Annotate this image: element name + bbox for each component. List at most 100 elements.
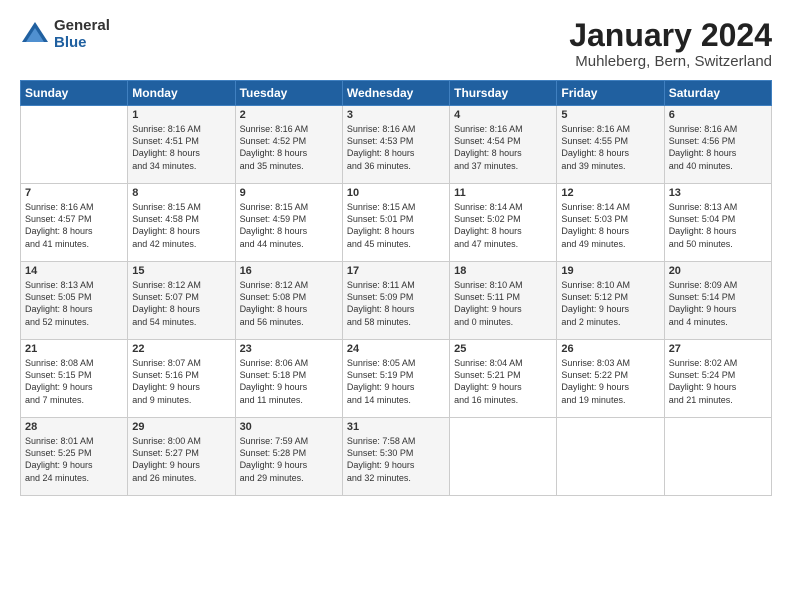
calendar-cell: 12Sunrise: 8:14 AM Sunset: 5:03 PM Dayli…: [557, 184, 664, 262]
title-block: January 2024 Muhleberg, Bern, Switzerlan…: [569, 18, 772, 70]
calendar-cell: 21Sunrise: 8:08 AM Sunset: 5:15 PM Dayli…: [21, 340, 128, 418]
day-info: Sunrise: 8:16 AM Sunset: 4:56 PM Dayligh…: [669, 123, 767, 172]
calendar-cell: 14 Sunrise: 8:13 AM Sunset: 5:05 PM Dayli…: [21, 262, 128, 340]
calendar-cell: 5Sunrise: 8:16 AM Sunset: 4:55 PM Daylig…: [557, 106, 664, 184]
day-info: Sunrise: 8:13 AM Sunset: 5:05 PM Dayligh…: [25, 279, 123, 328]
header-row: SundayMondayTuesdayWednesdayThursdayFrid…: [21, 81, 772, 106]
calendar-cell: 30 Sunrise: 7:59 AM Sunset: 5:28 PM Dayli…: [235, 418, 342, 496]
calendar-cell: 1Sunrise: 8:16 AM Sunset: 4:51 PM Daylig…: [128, 106, 235, 184]
logo: General Blue: [20, 18, 110, 51]
header-cell: Friday: [557, 81, 664, 106]
calendar-cell: [450, 418, 557, 496]
calendar-header: SundayMondayTuesdayWednesdayThursdayFrid…: [21, 81, 772, 106]
day-info: Sunrise: 8:07 AM Sunset: 5:16 PM Dayligh…: [132, 357, 230, 406]
calendar-table: SundayMondayTuesdayWednesdayThursdayFrid…: [20, 80, 772, 496]
day-number: 6: [669, 109, 767, 121]
day-info: Sunrise: 8:01 AM Sunset: 5:25 PM Dayligh…: [25, 435, 123, 484]
logo-general: General: [54, 18, 110, 35]
day-info: Sunrise: 8:06 AM Sunset: 5:18 PM Dayligh…: [240, 357, 338, 406]
day-number: 11: [454, 187, 552, 199]
day-number: 31: [347, 421, 445, 433]
logo-icon: [20, 20, 50, 50]
calendar-cell: 15 Sunrise: 8:12 AM Sunset: 5:07 PM Dayli…: [128, 262, 235, 340]
day-number: 9: [240, 187, 338, 199]
calendar-row: 28 Sunrise: 8:01 AM Sunset: 5:25 PM Dayli…: [21, 418, 772, 496]
calendar-cell: 19 Sunrise: 8:10 AM Sunset: 5:12 PM Dayli…: [557, 262, 664, 340]
calendar-cell: 25 Sunrise: 8:04 AM Sunset: 5:21 PM Dayli…: [450, 340, 557, 418]
day-info: Sunrise: 8:15 AM Sunset: 5:01 PM Dayligh…: [347, 201, 445, 250]
calendar-cell: [664, 418, 771, 496]
calendar-row: 1Sunrise: 8:16 AM Sunset: 4:51 PM Daylig…: [21, 106, 772, 184]
calendar-cell: 13Sunrise: 8:13 AM Sunset: 5:04 PM Dayli…: [664, 184, 771, 262]
calendar-cell: 27 Sunrise: 8:02 AM Sunset: 5:24 PM Dayli…: [664, 340, 771, 418]
header-cell: Saturday: [664, 81, 771, 106]
day-number: 2: [240, 109, 338, 121]
calendar-cell: 24 Sunrise: 8:05 AM Sunset: 5:19 PM Dayli…: [342, 340, 449, 418]
day-info: Sunrise: 8:10 AM Sunset: 5:11 PM Dayligh…: [454, 279, 552, 328]
calendar-cell: 20 Sunrise: 8:09 AM Sunset: 5:14 PM Dayli…: [664, 262, 771, 340]
day-number: 19: [561, 265, 659, 277]
day-number: 12: [561, 187, 659, 199]
day-info: Sunrise: 8:16 AM Sunset: 4:57 PM Dayligh…: [25, 201, 123, 250]
calendar-cell: 7 Sunrise: 8:16 AM Sunset: 4:57 PM Daylig…: [21, 184, 128, 262]
calendar-row: 7 Sunrise: 8:16 AM Sunset: 4:57 PM Daylig…: [21, 184, 772, 262]
day-number: 22: [132, 343, 230, 355]
calendar-cell: 3 Sunrise: 8:16 AM Sunset: 4:53 PM Daylig…: [342, 106, 449, 184]
calendar-body: 1Sunrise: 8:16 AM Sunset: 4:51 PM Daylig…: [21, 106, 772, 496]
day-number: 17: [347, 265, 445, 277]
calendar-cell: 2Sunrise: 8:16 AM Sunset: 4:52 PM Daylig…: [235, 106, 342, 184]
calendar-cell: 8Sunrise: 8:15 AM Sunset: 4:58 PM Daylig…: [128, 184, 235, 262]
calendar-cell: 29 Sunrise: 8:00 AM Sunset: 5:27 PM Dayli…: [128, 418, 235, 496]
calendar-cell: 10 Sunrise: 8:15 AM Sunset: 5:01 PM Dayli…: [342, 184, 449, 262]
day-info: Sunrise: 8:04 AM Sunset: 5:21 PM Dayligh…: [454, 357, 552, 406]
day-number: 15: [132, 265, 230, 277]
day-info: Sunrise: 8:08 AM Sunset: 5:15 PM Dayligh…: [25, 357, 123, 406]
day-info: Sunrise: 8:11 AM Sunset: 5:09 PM Dayligh…: [347, 279, 445, 328]
day-info: Sunrise: 7:59 AM Sunset: 5:28 PM Dayligh…: [240, 435, 338, 484]
calendar-cell: 31 Sunrise: 7:58 AM Sunset: 5:30 PM Dayli…: [342, 418, 449, 496]
day-number: 20: [669, 265, 767, 277]
day-number: 3: [347, 109, 445, 121]
calendar-cell: 28 Sunrise: 8:01 AM Sunset: 5:25 PM Dayli…: [21, 418, 128, 496]
day-number: 16: [240, 265, 338, 277]
calendar-cell: 18Sunrise: 8:10 AM Sunset: 5:11 PM Dayli…: [450, 262, 557, 340]
day-number: 7: [25, 187, 123, 199]
day-number: 29: [132, 421, 230, 433]
day-info: Sunrise: 8:03 AM Sunset: 5:22 PM Dayligh…: [561, 357, 659, 406]
day-info: Sunrise: 8:10 AM Sunset: 5:12 PM Dayligh…: [561, 279, 659, 328]
day-info: Sunrise: 8:16 AM Sunset: 4:53 PM Dayligh…: [347, 123, 445, 172]
header-cell: Sunday: [21, 81, 128, 106]
header-cell: Tuesday: [235, 81, 342, 106]
header-cell: Thursday: [450, 81, 557, 106]
day-info: Sunrise: 8:12 AM Sunset: 5:07 PM Dayligh…: [132, 279, 230, 328]
cal-title: January 2024: [569, 18, 772, 53]
day-number: 24: [347, 343, 445, 355]
day-number: 10: [347, 187, 445, 199]
header-cell: Monday: [128, 81, 235, 106]
calendar-cell: 23Sunrise: 8:06 AM Sunset: 5:18 PM Dayli…: [235, 340, 342, 418]
day-number: 25: [454, 343, 552, 355]
day-info: Sunrise: 8:00 AM Sunset: 5:27 PM Dayligh…: [132, 435, 230, 484]
calendar-cell: 22 Sunrise: 8:07 AM Sunset: 5:16 PM Dayli…: [128, 340, 235, 418]
logo-blue: Blue: [54, 35, 110, 52]
calendar-cell: 11 Sunrise: 8:14 AM Sunset: 5:02 PM Dayli…: [450, 184, 557, 262]
calendar-cell: 16Sunrise: 8:12 AM Sunset: 5:08 PM Dayli…: [235, 262, 342, 340]
day-info: Sunrise: 8:14 AM Sunset: 5:02 PM Dayligh…: [454, 201, 552, 250]
day-info: Sunrise: 8:05 AM Sunset: 5:19 PM Dayligh…: [347, 357, 445, 406]
day-info: Sunrise: 8:13 AM Sunset: 5:04 PM Dayligh…: [669, 201, 767, 250]
calendar-row: 14 Sunrise: 8:13 AM Sunset: 5:05 PM Dayli…: [21, 262, 772, 340]
day-info: Sunrise: 8:16 AM Sunset: 4:54 PM Dayligh…: [454, 123, 552, 172]
day-info: Sunrise: 8:02 AM Sunset: 5:24 PM Dayligh…: [669, 357, 767, 406]
calendar-cell: [21, 106, 128, 184]
calendar-cell: 17 Sunrise: 8:11 AM Sunset: 5:09 PM Dayli…: [342, 262, 449, 340]
day-number: 14: [25, 265, 123, 277]
day-info: Sunrise: 7:58 AM Sunset: 5:30 PM Dayligh…: [347, 435, 445, 484]
day-number: 8: [132, 187, 230, 199]
day-number: 28: [25, 421, 123, 433]
day-info: Sunrise: 8:09 AM Sunset: 5:14 PM Dayligh…: [669, 279, 767, 328]
day-number: 27: [669, 343, 767, 355]
day-number: 30: [240, 421, 338, 433]
day-number: 26: [561, 343, 659, 355]
day-number: 4: [454, 109, 552, 121]
logo-text: General Blue: [54, 18, 110, 51]
